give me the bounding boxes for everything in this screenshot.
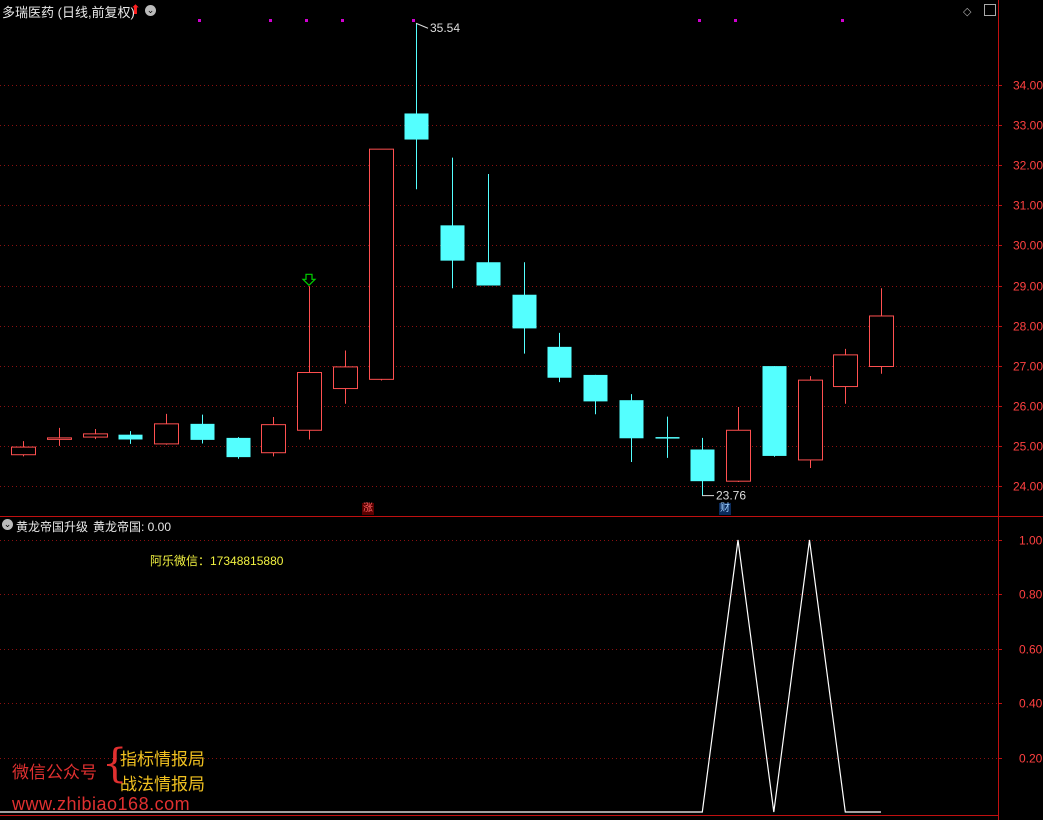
candle-body-down [118,434,143,440]
candle[interactable] [369,148,394,381]
signal-marker [198,19,201,22]
candle[interactable] [619,394,644,462]
indicator-chevron-icon[interactable]: ⌄ [2,519,13,530]
candle[interactable] [118,431,143,444]
indicator-tick-label: 0.80 [1019,588,1043,602]
watermark-url: www.zhibiao168.com [12,794,191,814]
candle[interactable] [655,416,680,458]
watermark-left: 微信公众号 [12,763,97,782]
candle-body-down [226,437,251,458]
signal-marker [412,19,415,22]
signal-marker [269,19,272,22]
signal-marker [698,19,701,22]
candle-body-up [297,372,322,431]
candle[interactable] [404,23,429,190]
chart-canvas[interactable]: 24.00 25.00 26.00 27.00 28.00 29.00 30.00 31.00… [0,0,1043,820]
price-tick-label: 29.00 [1013,280,1043,294]
price-tick-label: 30.00 [1013,239,1043,253]
candle-body-down [547,346,572,378]
candle-body-down [440,225,465,261]
candle-body-down [190,423,215,440]
candle[interactable] [190,414,215,444]
price-tick-label: 26.00 [1013,400,1043,414]
candle[interactable] [476,174,501,286]
watermark-line-2: 战法情报局 [120,775,205,794]
price-tick-label: 34.00 [1013,79,1043,93]
candle-body-down [655,437,680,439]
candle[interactable] [833,348,858,404]
tag-zhang: 涨 [362,503,374,515]
candle-body-up [798,379,823,461]
candle[interactable] [583,374,608,415]
candle[interactable] [261,417,286,457]
chevron-down-icon[interactable]: ⌄ [145,5,156,16]
candle[interactable] [547,332,572,383]
price-tick-label: 31.00 [1013,199,1043,213]
candle-body-up [333,366,358,390]
price-tick-label: 27.00 [1013,360,1043,374]
candle[interactable] [762,366,787,457]
arrow-down-icon [301,273,317,287]
arrow-up-icon: ⬆ [130,2,141,17]
candle[interactable] [798,376,823,468]
candle-body-down [619,400,644,439]
candle-body-up [11,446,36,456]
candle[interactable] [333,350,358,404]
candle[interactable] [440,157,465,289]
panel-toggle-icon[interactable] [984,4,996,16]
candle-body-up [47,437,72,440]
signal-marker [305,19,308,22]
candle[interactable] [83,429,108,440]
candle[interactable] [226,437,251,459]
candle-body-up [83,433,108,438]
price-tick-label: 25.00 [1013,440,1043,454]
candle-body-up [869,315,894,368]
signal-marker [341,19,344,22]
candle-body-down [690,449,715,482]
candle-body-up [154,423,179,445]
low-price-label: 23.76 [716,489,746,503]
candle-body-down [476,262,501,286]
indicator-value: 黄龙帝国: 0.00 [93,520,172,534]
candle[interactable] [690,437,715,496]
diamond-icon[interactable]: ◇ [963,5,971,18]
candle-body-down [404,113,429,140]
candle[interactable] [297,286,322,440]
price-tick-label: 32.00 [1013,159,1043,173]
price-tick-label: 24.00 [1013,480,1043,494]
candle-body-down [762,366,787,456]
high-price-label: 35.54 [430,21,460,35]
signal-marker [734,19,737,22]
candle-body-up [369,148,394,380]
price-tick-label: 28.00 [1013,320,1043,334]
candle[interactable] [11,441,36,457]
signal-marker [841,19,844,22]
wechat-contact: 阿乐微信：17348815880 [150,554,284,568]
candle-body-up [833,354,858,388]
watermark-line-1: 指标情报局 [120,750,205,769]
candle[interactable] [47,427,72,446]
indicator-tick-label: 0.20 [1019,752,1043,766]
candle[interactable] [869,288,894,374]
indicator-title: 黄龙帝国升级 [16,520,89,534]
candle-body-up [261,424,286,454]
annotation-leader [415,22,429,29]
candle[interactable] [512,262,537,354]
price-tick-label: 33.00 [1013,119,1043,133]
candle[interactable] [726,407,751,482]
stock-title: 多瑞医药 (日线,前复权) [2,5,135,20]
candle-body-down [583,374,608,402]
candle-body-down [512,294,537,329]
indicator-tick-label: 0.40 [1019,697,1043,711]
indicator-tick-label: 1.00 [1019,534,1043,548]
tag-cai: 财 [719,503,731,515]
candle[interactable] [154,413,179,445]
indicator-tick-label: 0.60 [1019,643,1043,657]
candle-body-up [726,429,751,482]
